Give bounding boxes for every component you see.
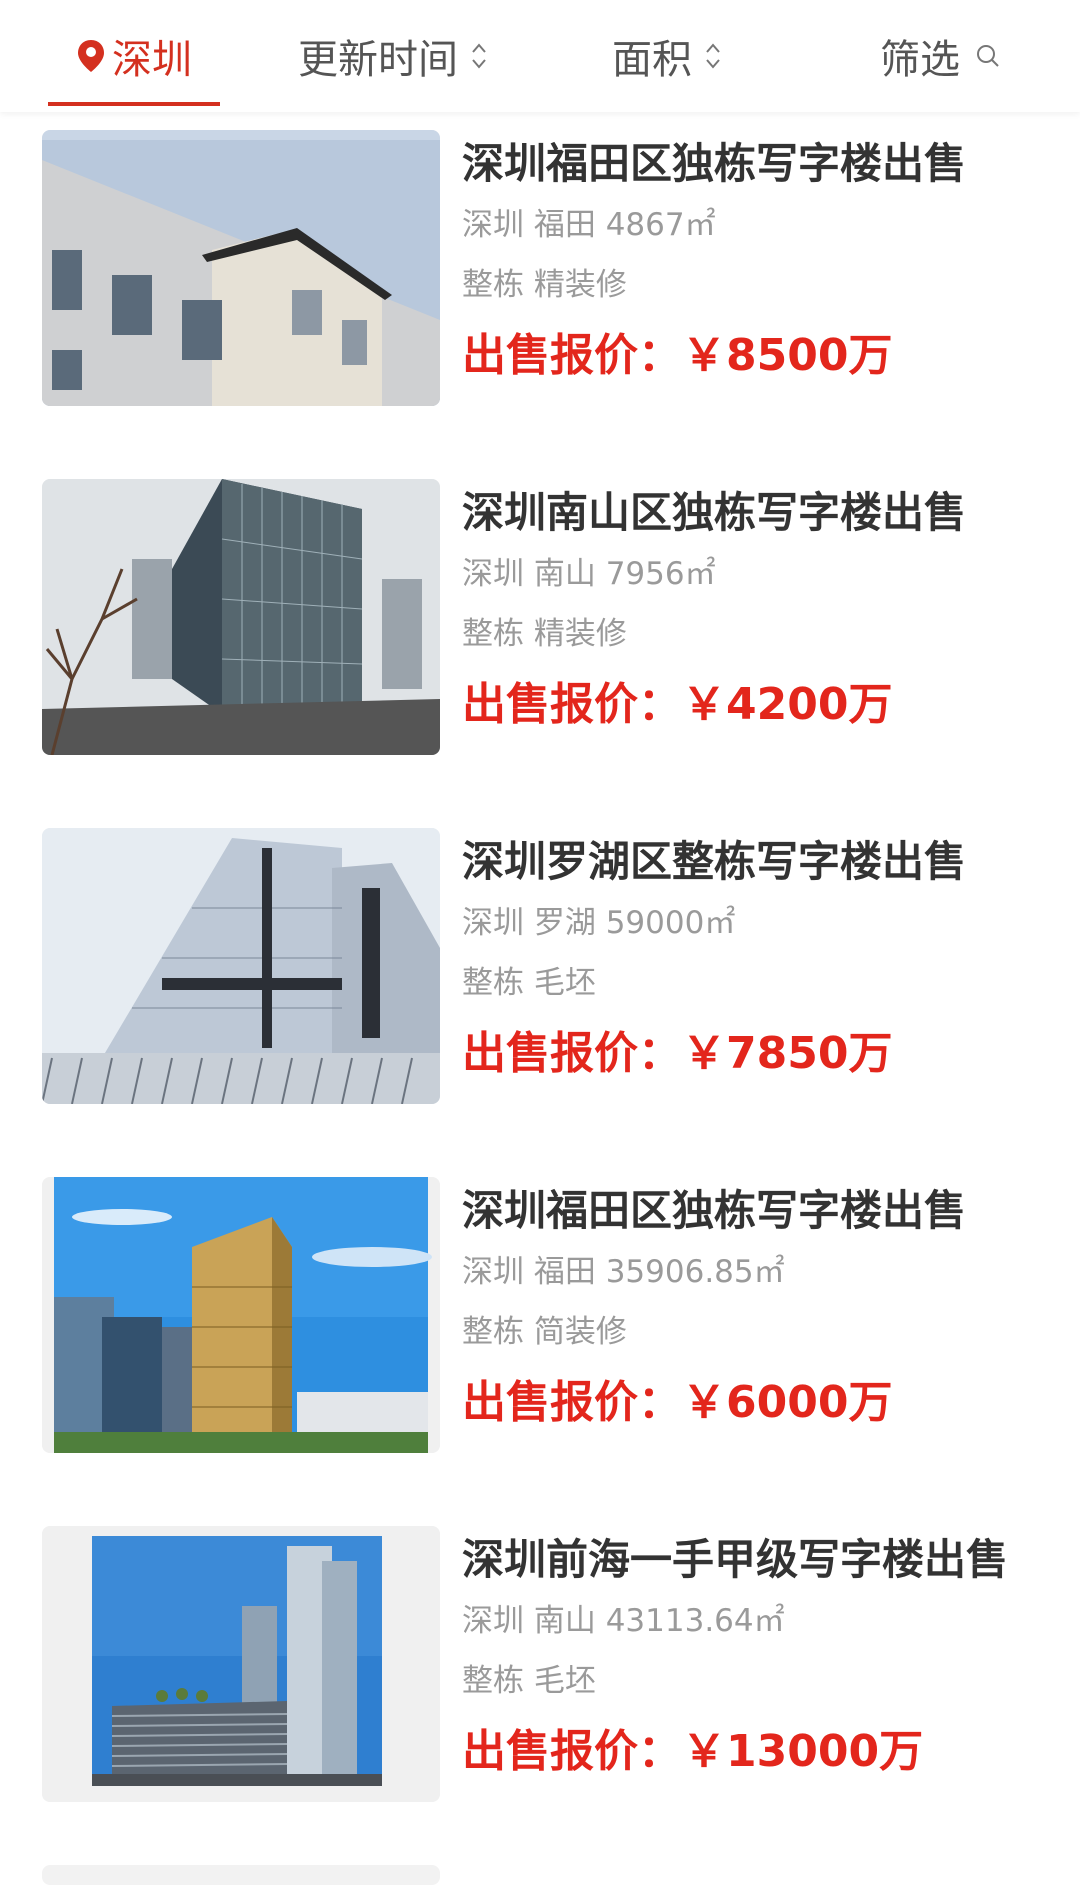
next-listing-peek [42,1865,440,1885]
sort-time-label: 更新时间 [298,37,458,83]
listing-card[interactable]: 深圳罗湖区整栋写字楼出售 深圳 罗湖 59000㎡ 整栋 毛坯 出售报价：￥78… [0,810,1080,1104]
listing-features: 整栋 毛坯 [462,965,596,1001]
sort-by-update-time[interactable]: 更新时间 [298,20,488,92]
listing-card[interactable]: 深圳福田区独栋写字楼出售 深圳 福田 35906.85㎡ 整栋 简装修 出售报价… [0,1159,1080,1453]
listing-card[interactable]: 深圳前海一手甲级写字楼出售 深圳 南山 43113.64㎡ 整栋 毛坯 出售报价… [0,1508,1080,1802]
sort-by-area[interactable]: 面积 [612,20,722,92]
sort-updown-icon [470,40,488,72]
city-label: 深圳 [112,37,192,83]
listing-title: 深圳福田区独栋写字楼出售 [462,1186,967,1235]
listing-location: 深圳 罗湖 59000㎡ [462,905,736,941]
filter-label: 筛选 [880,37,960,83]
listing-features: 整栋 简装修 [462,1314,627,1350]
building-photo [42,1177,440,1453]
listing-price: 出售报价：￥7850万 [462,1028,893,1079]
building-photo [42,828,440,1104]
listing-title: 深圳罗湖区整栋写字楼出售 [462,837,967,886]
sort-area-label: 面积 [612,37,692,83]
listing-title: 深圳前海一手甲级写字楼出售 [462,1535,1009,1584]
listing-location: 深圳 福田 35906.85㎡ [462,1254,785,1290]
sort-updown-icon [704,40,722,72]
listing-features: 整栋 毛坯 [462,1663,596,1699]
tab-city[interactable]: 深圳 [48,20,220,106]
listing-card[interactable]: 深圳福田区独栋写字楼出售 深圳 福田 4867㎡ 整栋 精装修 出售报价：￥85… [0,112,1080,406]
listing-features: 整栋 精装修 [462,267,627,303]
building-photo [42,1526,440,1802]
building-photo [42,130,440,406]
listing-card[interactable]: 深圳南山区独栋写字楼出售 深圳 南山 7956㎡ 整栋 精装修 出售报价：￥42… [0,461,1080,755]
listing-price: 出售报价：￥13000万 [462,1726,924,1777]
building-photo [42,479,440,755]
filter-button[interactable]: 筛选 [880,20,1002,92]
listing-features: 整栋 精装修 [462,616,627,652]
listing-price: 出售报价：￥8500万 [462,330,893,381]
listing-location: 深圳 福田 4867㎡ [462,207,716,243]
listing-location: 深圳 南山 7956㎡ [462,556,716,592]
listing-price: 出售报价：￥4200万 [462,679,893,730]
listing-title: 深圳南山区独栋写字楼出售 [462,488,967,537]
listing-title: 深圳福田区独栋写字楼出售 [462,139,967,188]
listing-price: 出售报价：￥6000万 [462,1377,893,1428]
search-icon [974,42,1002,70]
listing-location: 深圳 南山 43113.64㎡ [462,1603,785,1639]
filter-bar: 深圳 更新时间 面积 筛选 [0,0,1080,112]
active-tab-underline [48,102,220,106]
location-pin-icon [76,38,106,74]
